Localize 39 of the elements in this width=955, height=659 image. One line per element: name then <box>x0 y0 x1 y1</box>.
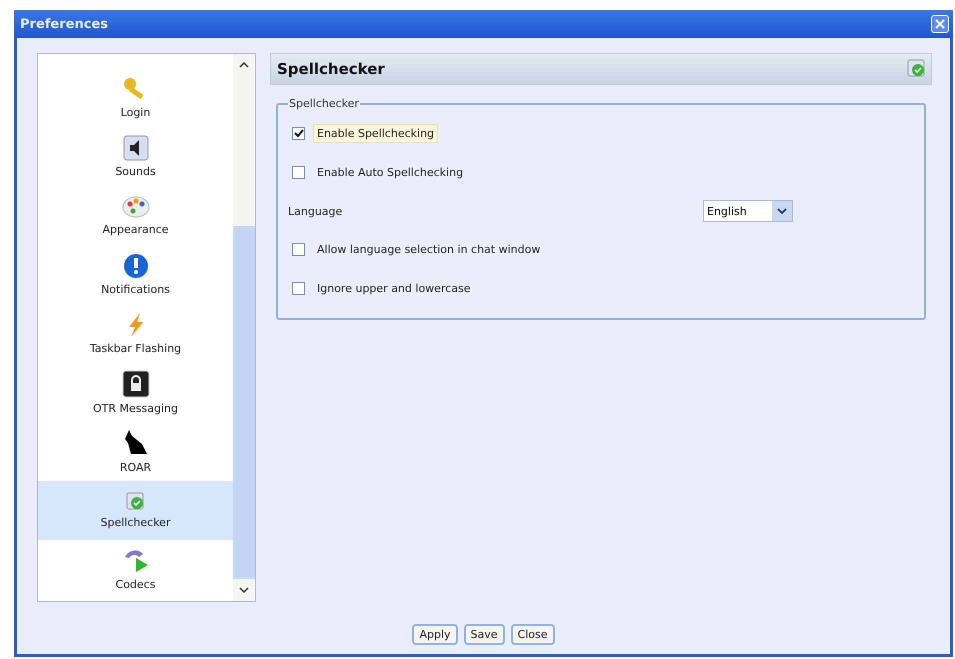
palette-icon <box>122 195 150 219</box>
scrollbar[interactable] <box>233 54 255 601</box>
checkbox-label[interactable]: Allow language selection in chat window <box>313 240 544 259</box>
category-item[interactable]: Spellchecker <box>38 481 233 540</box>
close-button[interactable] <box>931 15 949 33</box>
category-item[interactable]: Sounds <box>38 127 233 186</box>
checkbox-label[interactable]: Enable Auto Spellchecking <box>313 163 468 182</box>
info-icon <box>122 253 148 279</box>
dialog-button[interactable]: Apply <box>412 624 458 644</box>
speaker-icon <box>122 135 148 161</box>
dialog-button[interactable]: Save <box>464 624 505 644</box>
checkbox-label[interactable]: Enable Spellchecking <box>313 124 438 143</box>
chevron-up-icon <box>239 62 249 68</box>
checkbox-label[interactable]: Ignore upper and lowercase <box>313 279 475 298</box>
language-label: Language <box>288 204 342 218</box>
panel-title: Spellchecker <box>277 60 385 78</box>
scroll-thumb[interactable] <box>233 226 255 579</box>
checkbox[interactable] <box>292 243 305 256</box>
spellcheck-icon <box>126 492 146 512</box>
close-icon <box>935 19 945 29</box>
chevron-down-icon <box>777 208 787 214</box>
category-item[interactable]: ROAR <box>38 422 233 481</box>
spellcheck-icon <box>907 59 927 79</box>
category-item[interactable]: Login <box>38 68 233 127</box>
category-item[interactable]: Notifications <box>38 245 233 304</box>
category-item[interactable]: Codecs <box>38 540 233 599</box>
language-dropdown[interactable]: English <box>703 200 793 222</box>
chevron-down-icon <box>239 587 249 593</box>
window-title: Preferences <box>20 16 108 32</box>
group-title: Spellchecker <box>288 97 360 110</box>
category-item[interactable]: OTR Messaging <box>38 363 233 422</box>
dialog-button[interactable]: Close <box>510 624 555 644</box>
beast-silhouette-icon <box>122 429 148 457</box>
checkbox[interactable] <box>292 127 305 140</box>
lock-icon <box>122 370 150 398</box>
category-item[interactable]: Taskbar Flashing <box>38 304 233 363</box>
category-item[interactable]: Appearance <box>38 186 233 245</box>
checkbox[interactable] <box>292 166 305 179</box>
checkbox[interactable] <box>292 282 305 295</box>
